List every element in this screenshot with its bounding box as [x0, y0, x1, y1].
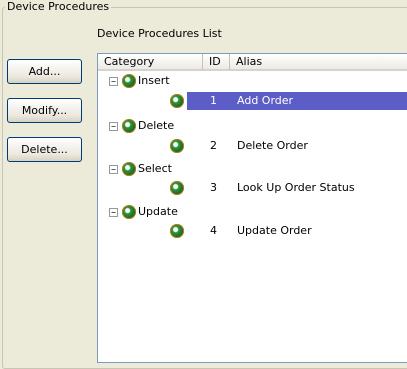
list-title: Device Procedures List	[97, 27, 222, 40]
table-row[interactable]: 4 Update Order	[98, 221, 407, 241]
collapse-icon[interactable]: −	[109, 208, 118, 217]
gear-icon	[122, 162, 136, 176]
gear-icon	[170, 224, 184, 238]
list-header: Category ID Alias	[98, 54, 407, 72]
alias-cell: Update Order	[237, 224, 312, 237]
table-row[interactable]: 3 Look Up Order Status	[98, 178, 407, 198]
group-title: Device Procedures	[5, 0, 112, 14]
table-row[interactable]: 2 Delete Order	[98, 136, 407, 156]
id-cell: 2	[210, 139, 217, 152]
id-cell: 4	[210, 224, 217, 237]
category-label: Select	[138, 162, 172, 175]
gear-icon	[122, 205, 136, 219]
gear-icon	[170, 94, 184, 108]
tree-category-delete[interactable]: − Delete	[98, 116, 407, 136]
alias-cell: Add Order	[237, 94, 294, 107]
selection-highlight	[187, 92, 407, 110]
alias-cell: Look Up Order Status	[237, 181, 355, 194]
column-header-alias[interactable]: Alias	[230, 54, 407, 71]
collapse-icon[interactable]: −	[109, 165, 118, 174]
category-label: Delete	[138, 119, 175, 132]
procedures-list[interactable]: Category ID Alias − Insert 1 Add Order −…	[97, 53, 407, 363]
tree-category-insert[interactable]: − Insert	[98, 71, 407, 91]
gear-icon	[122, 74, 136, 88]
id-cell: 3	[210, 181, 217, 194]
alias-cell: Delete Order	[237, 139, 308, 152]
add-button[interactable]: Add...	[7, 59, 82, 84]
collapse-icon[interactable]: −	[109, 122, 118, 131]
table-row[interactable]: 1 Add Order	[98, 91, 407, 111]
id-cell: 1	[210, 94, 217, 107]
tree-category-select[interactable]: − Select	[98, 159, 407, 179]
modify-button[interactable]: Modify...	[7, 98, 82, 123]
category-label: Update	[138, 205, 178, 218]
gear-icon	[170, 139, 184, 153]
gear-icon	[170, 181, 184, 195]
column-header-id[interactable]: ID	[203, 54, 230, 71]
column-header-category[interactable]: Category	[98, 54, 203, 71]
collapse-icon[interactable]: −	[109, 77, 118, 86]
delete-button[interactable]: Delete...	[7, 137, 82, 162]
gear-icon	[122, 119, 136, 133]
category-label: Insert	[138, 74, 170, 87]
tree-category-update[interactable]: − Update	[98, 202, 407, 222]
